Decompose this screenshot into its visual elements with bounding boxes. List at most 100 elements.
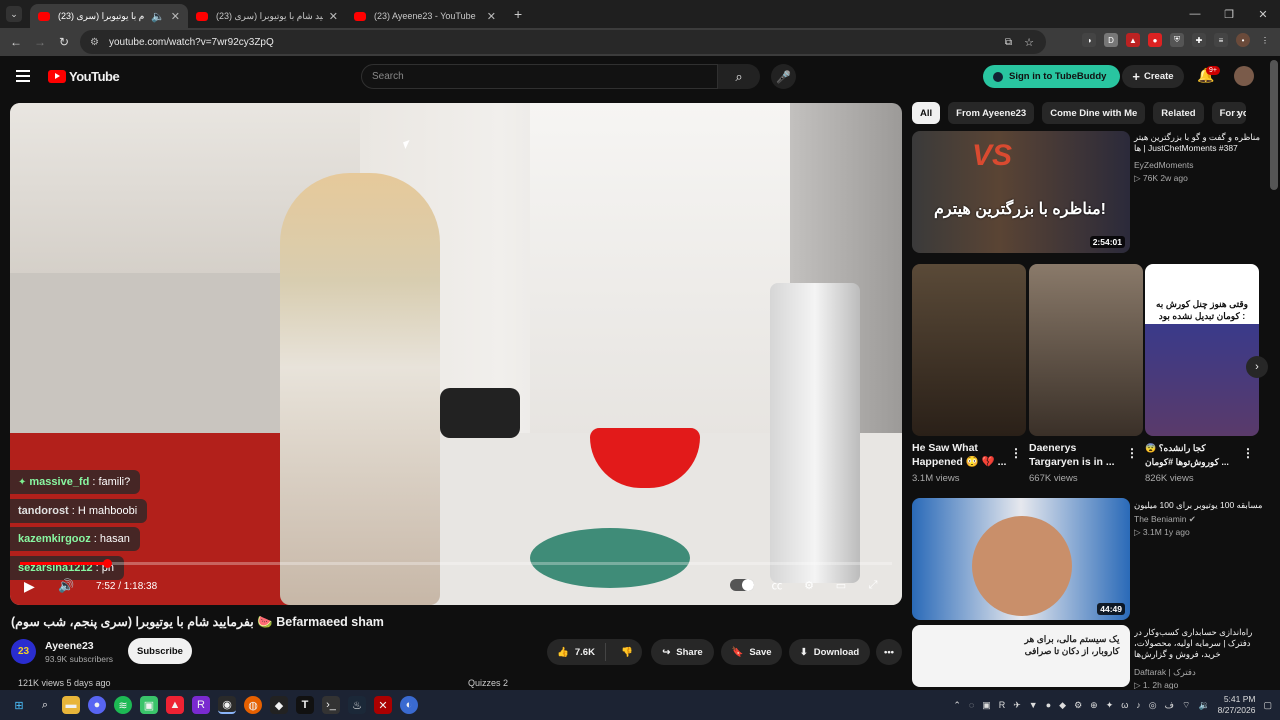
rec-thumbnail[interactable]: یک سیستم مالی، برای هر کاروبار، از دکان … xyxy=(912,625,1130,687)
play-icon[interactable]: ▶ xyxy=(24,575,35,597)
tab-close-icon[interactable]: ✕ xyxy=(487,10,496,23)
minimize-icon[interactable]: — xyxy=(1178,0,1212,28)
tray-icon[interactable]: ♪ xyxy=(1136,700,1141,710)
tab-search-icon[interactable]: ⌄ xyxy=(6,6,22,22)
tray-spotify-icon[interactable]: ● xyxy=(1046,700,1051,710)
tab-close-icon[interactable]: ✕ xyxy=(171,10,180,23)
short-more-icon[interactable]: ⋮ xyxy=(1242,446,1254,460)
short-title[interactable]: 😨 کجا رانشده؟ کوروش‌تو‌‌ها #کومان ... xyxy=(1145,441,1245,469)
new-tab-icon[interactable]: + xyxy=(514,6,522,22)
app-r-icon[interactable]: R xyxy=(192,696,210,714)
settings-gear-icon[interactable]: ⚙ xyxy=(800,576,818,594)
video-player[interactable]: ✦ massive_fd : famili? tandorost : H mah… xyxy=(10,103,902,605)
channel-avatar[interactable]: 23 xyxy=(11,639,36,664)
save-button[interactable]: 🔖 Save xyxy=(721,639,782,665)
profile-avatar-icon[interactable]: • xyxy=(1236,33,1250,47)
tray-icon[interactable]: ⊕ xyxy=(1090,700,1098,711)
tray-icon[interactable]: R xyxy=(999,700,1006,710)
notification-center-icon[interactable]: ▢ xyxy=(1263,700,1272,711)
extension-icon[interactable]: ▲ xyxy=(1126,33,1140,47)
like-button[interactable]: 👍 7.6K xyxy=(547,643,606,661)
short-title[interactable]: Daenerys Targaryen is in ... xyxy=(1029,441,1129,469)
short-more-icon[interactable]: ⋮ xyxy=(1010,446,1022,460)
short-more-icon[interactable]: ⋮ xyxy=(1126,446,1138,460)
text-app-icon[interactable]: T xyxy=(296,696,314,714)
browser-menu-icon[interactable]: ⋮ xyxy=(1258,33,1272,47)
reload-icon[interactable]: ↻ xyxy=(52,35,76,49)
subscribe-button[interactable]: Subscribe xyxy=(128,638,192,664)
chevron-right-icon[interactable]: › xyxy=(1236,106,1240,120)
create-button[interactable]: + Create xyxy=(1122,65,1184,88)
tray-icon[interactable]: ◌ xyxy=(969,700,974,710)
taskbar-clock[interactable]: 5:41 PM 8/27/2026 xyxy=(1218,694,1256,716)
more-actions-button[interactable]: ••• xyxy=(876,639,902,665)
media-control-icon[interactable]: ≡ xyxy=(1214,33,1228,47)
speaker-icon[interactable]: 🔉 xyxy=(1198,700,1209,711)
extension-icon[interactable]: ● xyxy=(1148,33,1162,47)
site-info-icon[interactable]: ⚙ xyxy=(90,37,99,48)
captions-icon[interactable]: ㏄ xyxy=(768,576,786,594)
back-icon[interactable]: ← xyxy=(4,35,28,49)
chip-come-dine[interactable]: Come Dine with Me xyxy=(1042,102,1146,124)
miniplayer-icon[interactable]: ▭ xyxy=(832,576,850,594)
chip-from-channel[interactable]: From Ayeene23 xyxy=(948,102,1035,124)
short-thumbnail[interactable] xyxy=(912,264,1026,436)
rec-channel[interactable]: Daftarak | دفترک xyxy=(1134,666,1196,679)
tab-audio-icon[interactable]: 🔈 xyxy=(151,10,165,23)
url-bar[interactable]: ⚙ youtube.com/watch?v=7wr92cy3ZpQ ⧉ ☆ xyxy=(80,30,1046,54)
forward-icon[interactable]: → xyxy=(28,35,52,49)
app-blue-icon[interactable]: ◐ xyxy=(400,696,418,714)
short-thumbnail[interactable] xyxy=(1029,264,1143,436)
puzzle-icon[interactable]: ✚ xyxy=(1192,33,1206,47)
microphone-icon[interactable]: 🎤 xyxy=(771,64,796,89)
tray-icon[interactable]: ◆ xyxy=(1059,700,1066,711)
tray-icon[interactable]: ✈ xyxy=(1013,700,1021,711)
app-red-icon[interactable]: ▲ xyxy=(166,696,184,714)
close-window-icon[interactable]: ✕ xyxy=(1246,0,1280,28)
page-scrollbar[interactable] xyxy=(1270,60,1278,190)
install-icon[interactable]: ⧉ xyxy=(1005,37,1012,48)
rec-title[interactable]: راه‌اندازی حسابداری کسب‌وکار در دفترک | … xyxy=(1134,627,1264,665)
discord-icon[interactable]: ● xyxy=(88,696,106,714)
app-dark-icon[interactable]: ◆ xyxy=(270,696,288,714)
hamburger-menu-icon[interactable] xyxy=(16,70,30,85)
app-green-icon[interactable]: ▣ xyxy=(140,696,158,714)
download-button[interactable]: ⬇ Download xyxy=(789,639,870,665)
firefox-icon[interactable]: ◍ xyxy=(244,696,262,714)
fullscreen-icon[interactable]: ⤢ xyxy=(864,576,882,594)
tab-close-icon[interactable]: ✕ xyxy=(329,10,338,23)
quizzes-box[interactable]: Quizzes 2 xyxy=(460,678,902,690)
windows-start-icon[interactable]: ⊞ xyxy=(10,696,28,714)
shield-icon[interactable]: ⛨ xyxy=(1170,33,1184,47)
search-icon[interactable]: ⌕ xyxy=(718,64,760,89)
extension-icon[interactable]: ◑ xyxy=(1082,33,1096,47)
rec-title[interactable]: مسابقه 100 یوتیوبر برای 100 میلیون xyxy=(1134,500,1264,511)
browser-tab-1[interactable]: (23) بفرمایید شام با یوتیوبرا (سری... 🔈 … xyxy=(30,4,188,28)
tray-icon[interactable]: ◎ xyxy=(1149,700,1157,711)
dislike-button[interactable]: 👎 xyxy=(612,647,642,658)
volume-icon[interactable]: 🔊 xyxy=(58,575,74,597)
share-button[interactable]: ↪ Share xyxy=(651,639,714,665)
file-explorer-icon[interactable]: ▬ xyxy=(62,696,80,714)
rec-title[interactable]: مناظره و گفت و گو با بزرگترین هیتر ها | … xyxy=(1134,132,1264,154)
tray-icon[interactable]: ▼ xyxy=(1029,700,1038,710)
autoplay-toggle-icon[interactable] xyxy=(730,579,754,591)
chip-related[interactable]: Related xyxy=(1153,102,1204,124)
extension-icon[interactable]: D xyxy=(1104,33,1118,47)
tray-chevron-icon[interactable]: ⌃ xyxy=(953,700,961,711)
terminal-icon[interactable]: ›_ xyxy=(322,696,340,714)
search-icon[interactable]: ⌕ xyxy=(36,696,54,714)
account-avatar[interactable] xyxy=(1234,66,1254,86)
wifi-icon[interactable]: ⌔ xyxy=(1182,700,1190,711)
video-progress-bar[interactable] xyxy=(20,559,892,568)
tray-icon[interactable]: ω xyxy=(1121,700,1128,710)
browser-tab-2[interactable]: (23) بفرمایید شام با یوتیوبرا (سری... ✕ xyxy=(188,4,346,28)
description-box[interactable]: 121K views 5 days ago xyxy=(10,678,450,690)
rec-channel[interactable]: EyZedMoments xyxy=(1134,159,1194,172)
search-input[interactable]: Search xyxy=(361,64,718,89)
short-thumbnail[interactable]: وقتی هنوز چنل کورش به کومان تبدیل نشده ب… xyxy=(1145,264,1259,436)
tray-icon[interactable]: ✦ xyxy=(1106,700,1114,711)
rec-channel[interactable]: The Beniamin ✔ xyxy=(1134,513,1196,526)
browser-tab-3[interactable]: (23) Ayeene23 - YouTube ✕ xyxy=(346,4,504,28)
youtube-logo[interactable]: YouTube xyxy=(48,69,120,84)
